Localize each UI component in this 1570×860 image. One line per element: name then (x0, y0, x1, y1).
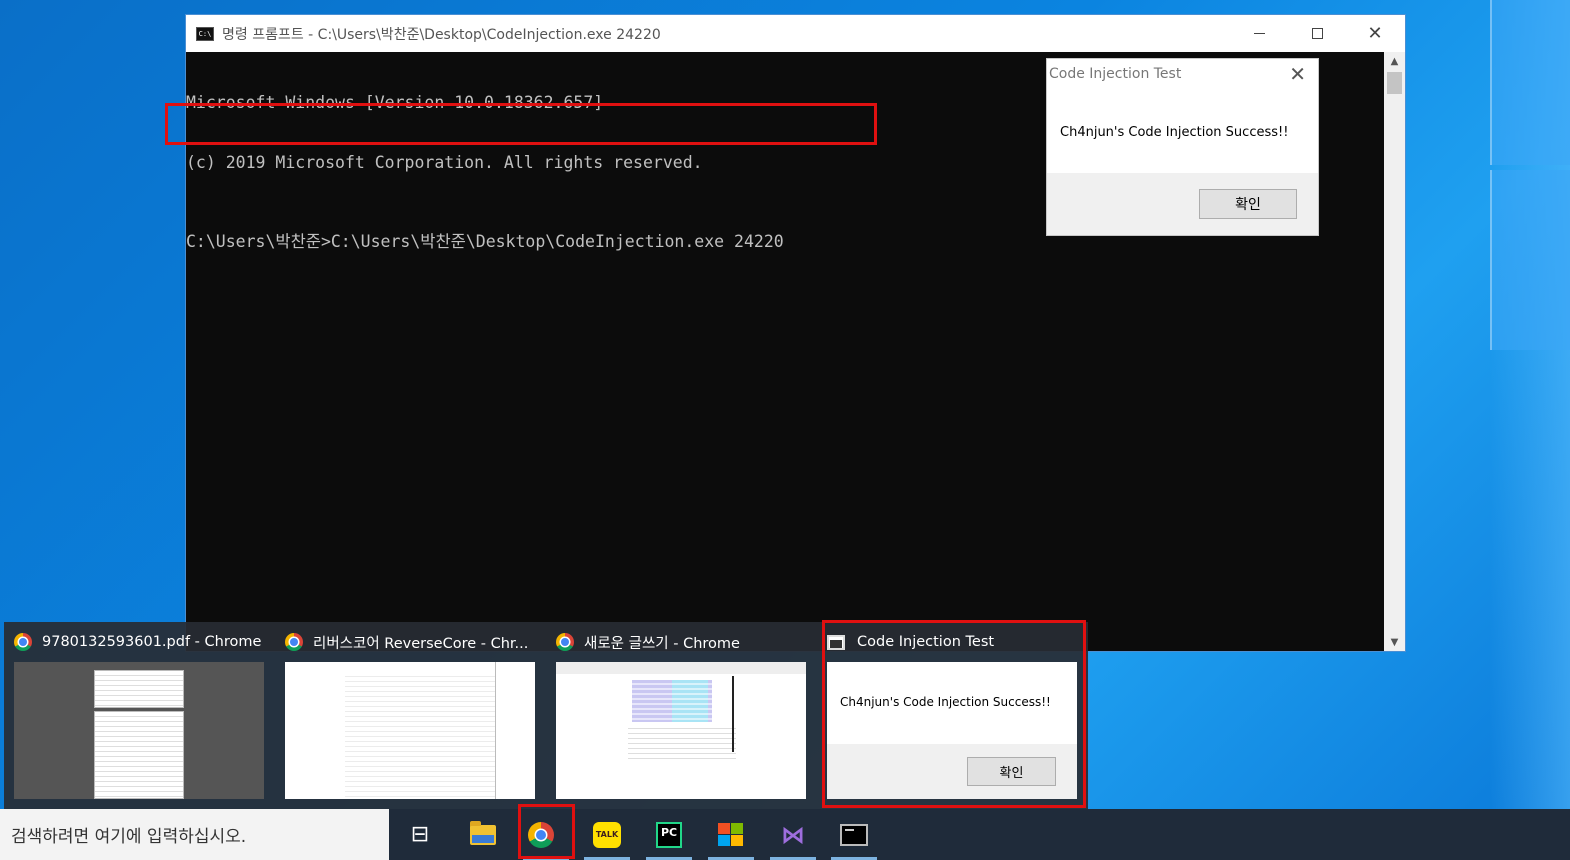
preview-page (94, 670, 184, 708)
scrollbar-thumb[interactable] (1387, 72, 1402, 94)
preview-toolbar (556, 662, 806, 674)
thumbnail-preview (14, 662, 264, 799)
taskbar: 검색하려면 여기에 입력하십시오. ⊟ TALK PC ⋈ (0, 809, 1570, 860)
taskbar-search-input[interactable]: 검색하려면 여기에 입력하십시오. (0, 809, 389, 860)
thumbnail-reversecore-chrome[interactable]: 리버스코어 ReverseCore - Chr... (275, 622, 545, 809)
chrome-icon (285, 633, 303, 651)
preview-divider (732, 676, 734, 752)
window-titlebar[interactable]: C:\ 명령 프롬프트 - C:\Users\박찬준\Desktop\CodeI… (186, 15, 1405, 52)
vertical-scrollbar[interactable]: ▲ ▼ (1384, 52, 1405, 651)
scroll-up-icon[interactable]: ▲ (1384, 52, 1405, 70)
minimize-button[interactable] (1230, 15, 1288, 52)
preview-page (94, 711, 184, 799)
cmd-icon-label: C:\ (198, 29, 212, 38)
thumbnail-title: 새로운 글쓰기 - Chrome (584, 635, 740, 652)
maximize-icon (1311, 28, 1323, 39)
message-box-dialog[interactable]: Code Injection Test ✕ Ch4njun's Code Inj… (1046, 58, 1319, 236)
desktop-background-pane (1490, 170, 1570, 350)
dialog-message: Ch4njun's Code Injection Success!! (1060, 125, 1289, 140)
chrome-icon (14, 633, 32, 651)
desktop-background-pane (1490, 0, 1570, 165)
taskbar-visual-studio[interactable]: ⋈ (764, 809, 822, 860)
thumbnail-header: 리버스코어 ReverseCore - Chr... (285, 632, 528, 652)
windows-app-icon (717, 822, 745, 848)
close-icon[interactable]: ✕ (1289, 62, 1306, 86)
ok-button[interactable]: 확인 (1199, 189, 1297, 219)
thumbnail-preview (556, 662, 806, 799)
preview-text (95, 712, 183, 798)
close-icon: ✕ (1367, 23, 1383, 44)
close-button[interactable]: ✕ (1346, 15, 1404, 52)
visual-studio-icon: ⋈ (781, 820, 805, 849)
preview-text (95, 671, 183, 707)
folder-icon (470, 820, 496, 845)
preview-text (628, 724, 736, 759)
thumbnail-title: 리버스코어 ReverseCore - Chr... (313, 635, 529, 652)
thumbnail-new-post-chrome[interactable]: 새로운 글쓰기 - Chrome (546, 622, 816, 809)
taskbar-command-prompt[interactable] (825, 809, 883, 860)
highlight-box-thumbnail (822, 620, 1086, 808)
thumbnail-header: 9780132593601.pdf - Chrome (14, 632, 261, 652)
taskbar-file-explorer[interactable] (454, 809, 512, 860)
task-view-button[interactable]: ⊟ (391, 809, 449, 860)
window-title: 명령 프롬프트 - C:\Users\박찬준\Desktop\CodeInjec… (222, 26, 661, 43)
highlight-box-command (165, 103, 877, 145)
thumbnail-header: 새로운 글쓰기 - Chrome (556, 632, 740, 652)
preview-divider (495, 662, 496, 799)
preview-text (345, 672, 495, 799)
thumbnail-pdf-chrome[interactable]: 9780132593601.pdf - Chrome (4, 622, 274, 809)
taskbar-pycharm[interactable]: PC (640, 809, 698, 860)
chrome-icon (556, 633, 574, 651)
thumbnail-preview (285, 662, 535, 799)
pycharm-icon: PC (656, 821, 682, 848)
taskbar-kakaotalk[interactable]: TALK (578, 809, 636, 860)
task-view-icon: ⊟ (410, 822, 430, 847)
maximize-button[interactable] (1288, 15, 1346, 52)
kakaotalk-icon: TALK (593, 821, 621, 848)
cmd-icon: C:\ (196, 26, 214, 41)
taskbar-windows-app[interactable] (702, 809, 760, 860)
scroll-down-icon[interactable]: ▼ (1384, 633, 1405, 651)
minimize-icon (1253, 33, 1265, 34)
preview-table (672, 680, 708, 722)
thumbnail-title: 9780132593601.pdf - Chrome (42, 634, 262, 650)
highlight-box-chrome (518, 804, 575, 859)
terminal-icon (840, 823, 868, 846)
dialog-title: Code Injection Test (1049, 66, 1182, 82)
dialog-footer: 확인 (1047, 173, 1318, 235)
